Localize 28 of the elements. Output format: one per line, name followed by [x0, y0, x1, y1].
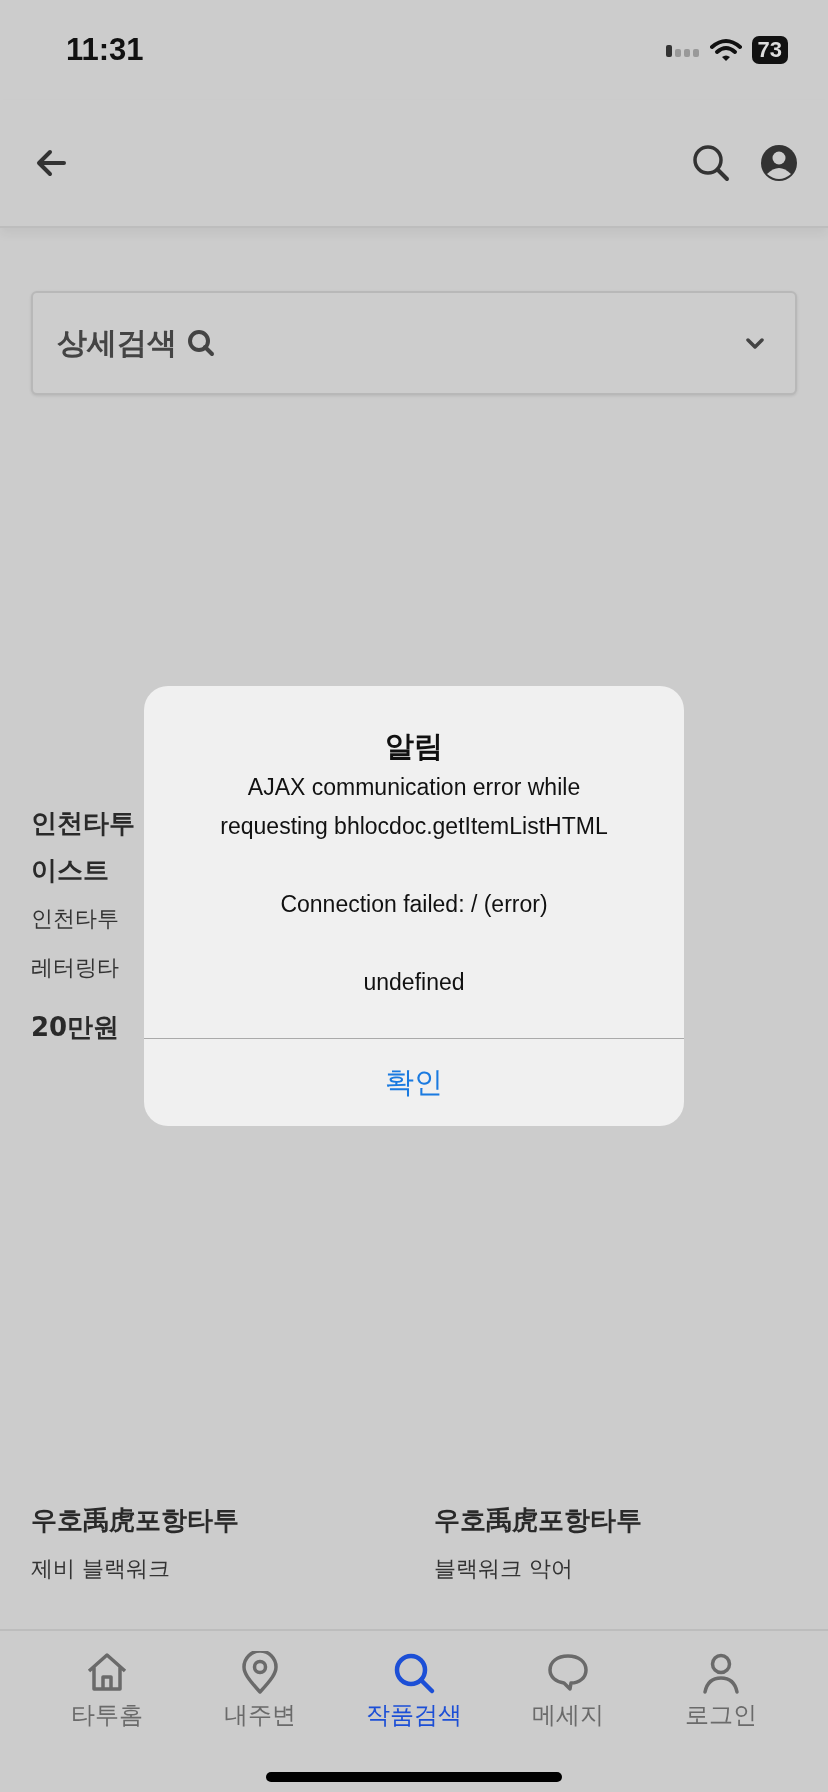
listing-description: 제비 블랙워크 — [31, 1555, 170, 1583]
dialog-message: AJAX communication error while requesting bhlocdoc.getItemListHTML — [219, 773, 609, 841]
dialog-message: Connection failed: / (error) — [279, 890, 549, 919]
battery-level: 73 — [751, 36, 788, 64]
dialog-message: undefined — [362, 968, 466, 997]
listing-description: 레터링타 — [31, 954, 119, 982]
listing-title: 우호禹虎포항타투 — [434, 1504, 642, 1537]
search-icon — [187, 329, 215, 357]
listing-title: 이스트 — [31, 854, 109, 887]
search-icon — [392, 1651, 436, 1695]
tab-bar-item[interactable]: 내주변 — [183, 1645, 338, 1792]
wifi-icon — [709, 38, 742, 62]
listing-price: 20만원 — [31, 1011, 120, 1044]
search-panel-label: 상세검색 — [57, 323, 177, 362]
tab-bar-item[interactable]: 작품검색 — [337, 1645, 491, 1792]
search-icon[interactable] — [692, 144, 730, 182]
listing-title: 인천타투 — [31, 807, 135, 840]
listing-description: 블랙워크 악어 — [434, 1555, 573, 1583]
clock-time: 11:31 — [66, 32, 144, 68]
listing-title: 우호禹虎포항타투 — [31, 1504, 239, 1537]
search-panel[interactable]: 상세검색 — [31, 291, 797, 395]
confirm-button[interactable]: 확인 — [144, 1038, 684, 1126]
dialog-title: 알림 — [385, 729, 443, 764]
tab-bar-item[interactable]: 로그인 — [644, 1645, 798, 1792]
listing-description: 인천타투 — [31, 905, 119, 933]
tab-bar-item[interactable]: 타투홈 — [30, 1645, 184, 1792]
tab-bar-item[interactable]: 메세지 — [490, 1645, 645, 1792]
profile-icon[interactable] — [760, 144, 798, 182]
